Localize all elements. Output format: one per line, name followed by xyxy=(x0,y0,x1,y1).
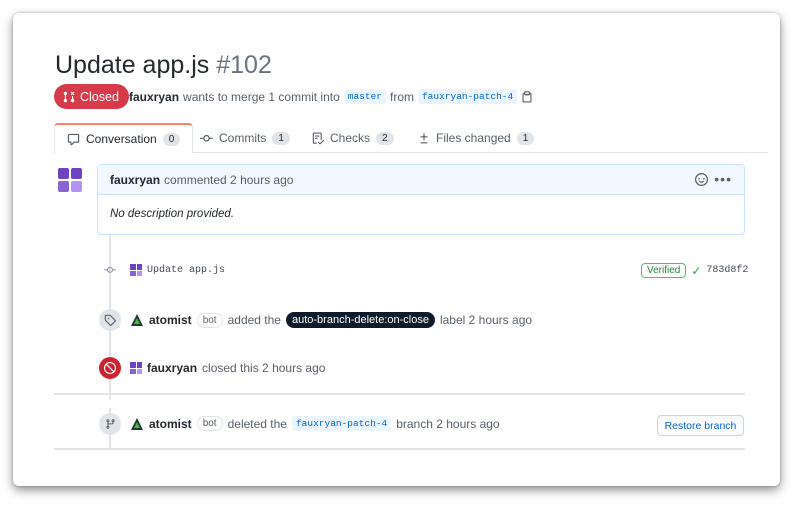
tab-conversation[interactable]: Conversation 0 xyxy=(54,123,194,154)
commit-icon xyxy=(200,134,213,142)
event-suffix: branch 2 hours ago xyxy=(396,416,500,431)
diff-icon xyxy=(420,132,428,143)
tab-counter: 0 xyxy=(162,132,181,146)
tab-counter: 1 xyxy=(516,131,535,145)
pr-meta: fauxryan wants to merge 1 commit into ma… xyxy=(129,89,533,104)
avatar[interactable] xyxy=(130,264,142,276)
comment-box: fauxryan commented 2 hours ago ••• No de… xyxy=(97,164,745,235)
page-title: Update app.js #102 xyxy=(55,51,272,80)
merge-text: wants to merge 1 commit into xyxy=(183,89,340,104)
delete-branch-event: atomist bot deleted the fauxryan-patch-4… xyxy=(130,416,500,431)
deleted-branch[interactable]: fauxryan-patch-4 xyxy=(291,416,392,431)
status-badge: Closed xyxy=(54,84,129,109)
divider xyxy=(54,448,745,450)
git-branch-icon xyxy=(105,419,115,429)
atomist-logo-icon xyxy=(131,417,143,430)
pr-tabs: Conversation 0 Commits 1 Checks 2 Files … xyxy=(54,123,768,154)
clipboard-icon[interactable] xyxy=(521,90,533,103)
avatar[interactable] xyxy=(130,362,142,374)
verified-badge[interactable]: Verified xyxy=(641,263,687,278)
bot-tag: bot xyxy=(196,312,223,328)
comment-action: commented 2 hours ago xyxy=(164,172,294,187)
tab-files-changed[interactable]: Files changed 1 xyxy=(418,123,535,153)
commit-row: Update app.js xyxy=(130,264,225,276)
label-pill[interactable]: auto-branch-delete:on-close xyxy=(285,312,435,328)
event-action: deleted the xyxy=(227,416,287,431)
commit-status: Verified ✓ 783d8f2 xyxy=(641,263,748,278)
commit-icon xyxy=(104,266,116,273)
tab-label: Commits xyxy=(219,131,267,145)
base-branch[interactable]: master xyxy=(343,89,386,104)
author-link[interactable]: fauxryan xyxy=(129,90,179,104)
branch-badge xyxy=(99,413,121,435)
tab-checks[interactable]: Checks 2 xyxy=(312,123,394,153)
closed-badge xyxy=(99,357,121,379)
actor-link[interactable]: atomist xyxy=(149,313,192,327)
event-suffix: label 2 hours ago xyxy=(439,313,533,327)
label-event: atomist bot added the auto-branch-delete… xyxy=(130,312,532,328)
tab-counter: 2 xyxy=(376,131,394,145)
pr-closed-icon xyxy=(63,91,75,102)
pull-request-page: Update app.js #102 Closed fauxryan wants… xyxy=(13,13,780,486)
status-label: Closed xyxy=(80,89,119,104)
kebab-menu-icon[interactable]: ••• xyxy=(714,171,732,187)
head-branch[interactable]: fauxryan-patch-4 xyxy=(417,89,518,104)
comment-body: No description provided. xyxy=(110,208,235,220)
divider xyxy=(54,393,745,395)
smiley-icon[interactable] xyxy=(695,173,708,186)
pr-title: Update app.js xyxy=(55,51,210,79)
comment-header: fauxryan commented 2 hours ago ••• xyxy=(98,165,744,195)
atomist-logo-icon xyxy=(131,314,143,326)
close-event: fauxryan closed this 2 hours ago xyxy=(130,361,325,375)
checklist-icon xyxy=(312,132,324,144)
tab-label: Files changed xyxy=(436,131,511,145)
pr-number: #102 xyxy=(216,51,272,79)
restore-branch-button[interactable]: Restore branch xyxy=(657,415,744,436)
tab-label: Checks xyxy=(330,131,371,145)
check-icon: ✓ xyxy=(691,263,702,278)
comment-icon xyxy=(67,133,80,145)
event-action: closed this 2 hours ago xyxy=(202,361,326,375)
tag-icon xyxy=(104,314,116,326)
tab-label: Conversation xyxy=(86,132,157,146)
tab-counter: 1 xyxy=(272,131,290,145)
comment-author[interactable]: fauxryan xyxy=(110,173,160,187)
commit-sha[interactable]: 783d8f2 xyxy=(706,265,748,276)
circle-slash-icon xyxy=(104,362,116,374)
tag-badge xyxy=(99,309,121,331)
from-text: from xyxy=(389,89,414,104)
commit-message[interactable]: Update app.js xyxy=(147,265,225,276)
event-action: added the xyxy=(227,313,281,327)
avatar[interactable] xyxy=(58,168,82,192)
actor-link[interactable]: atomist xyxy=(149,417,192,431)
bot-tag: bot xyxy=(196,416,223,431)
actor-link[interactable]: fauxryan xyxy=(147,361,197,375)
tab-commits[interactable]: Commits 1 xyxy=(200,123,290,153)
